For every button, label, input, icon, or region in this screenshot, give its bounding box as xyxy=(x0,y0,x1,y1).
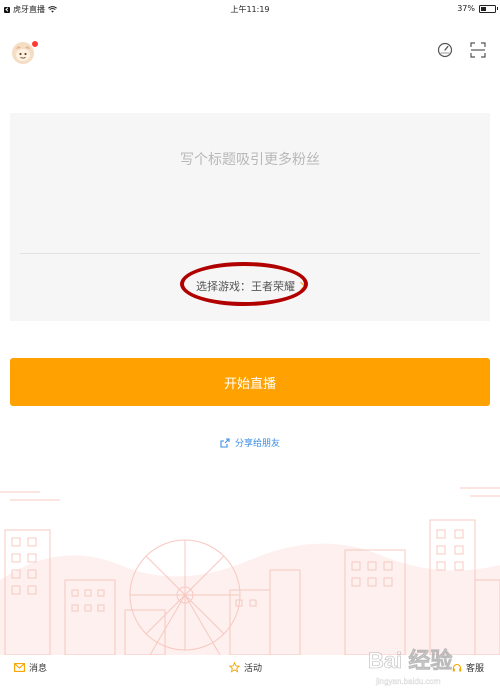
scan-icon[interactable] xyxy=(469,41,487,59)
clock: 上午11:19 xyxy=(230,5,270,14)
tab-activity-label: 活动 xyxy=(244,664,263,674)
tab-service-label: 客服 xyxy=(466,664,485,674)
tab-activity[interactable]: 活动 xyxy=(229,661,262,674)
share-link[interactable]: 分享给朋友 xyxy=(0,436,500,449)
star-icon xyxy=(229,662,240,673)
battery-fill xyxy=(481,6,486,11)
panel-divider xyxy=(20,253,480,254)
battery-icon xyxy=(479,4,498,13)
game-selector[interactable]: 选择游戏：王者荣耀 xyxy=(180,264,320,308)
status-right: 37% xyxy=(457,4,498,13)
start-live-button[interactable]: 开始直播 xyxy=(10,358,490,406)
share-label: 分享给朋友 xyxy=(234,439,280,449)
start-live-label: 开始直播 xyxy=(223,376,276,392)
battery-percent: 37% xyxy=(457,4,475,13)
status-bar: 虎牙直播 上午11:19 37% xyxy=(0,0,500,20)
cityscape-illustration xyxy=(0,487,500,655)
tab-messages-label: 消息 xyxy=(29,664,48,674)
notification-dot xyxy=(31,40,39,48)
tab-messages[interactable]: 消息 xyxy=(14,661,47,674)
title-input[interactable]: 写个标题吸引更多粉丝 xyxy=(0,149,500,169)
bottom-tabbar: 消息 活动 客服 xyxy=(0,655,500,690)
headset-icon xyxy=(452,663,462,671)
envelope-icon xyxy=(14,663,25,672)
tab-service[interactable]: 客服 xyxy=(452,661,484,674)
game-selector-label: 选择游戏：王者荣耀 xyxy=(196,280,295,293)
chevron-right-icon xyxy=(296,281,306,291)
share-icon xyxy=(220,437,230,448)
speedometer-icon[interactable] xyxy=(436,41,454,59)
